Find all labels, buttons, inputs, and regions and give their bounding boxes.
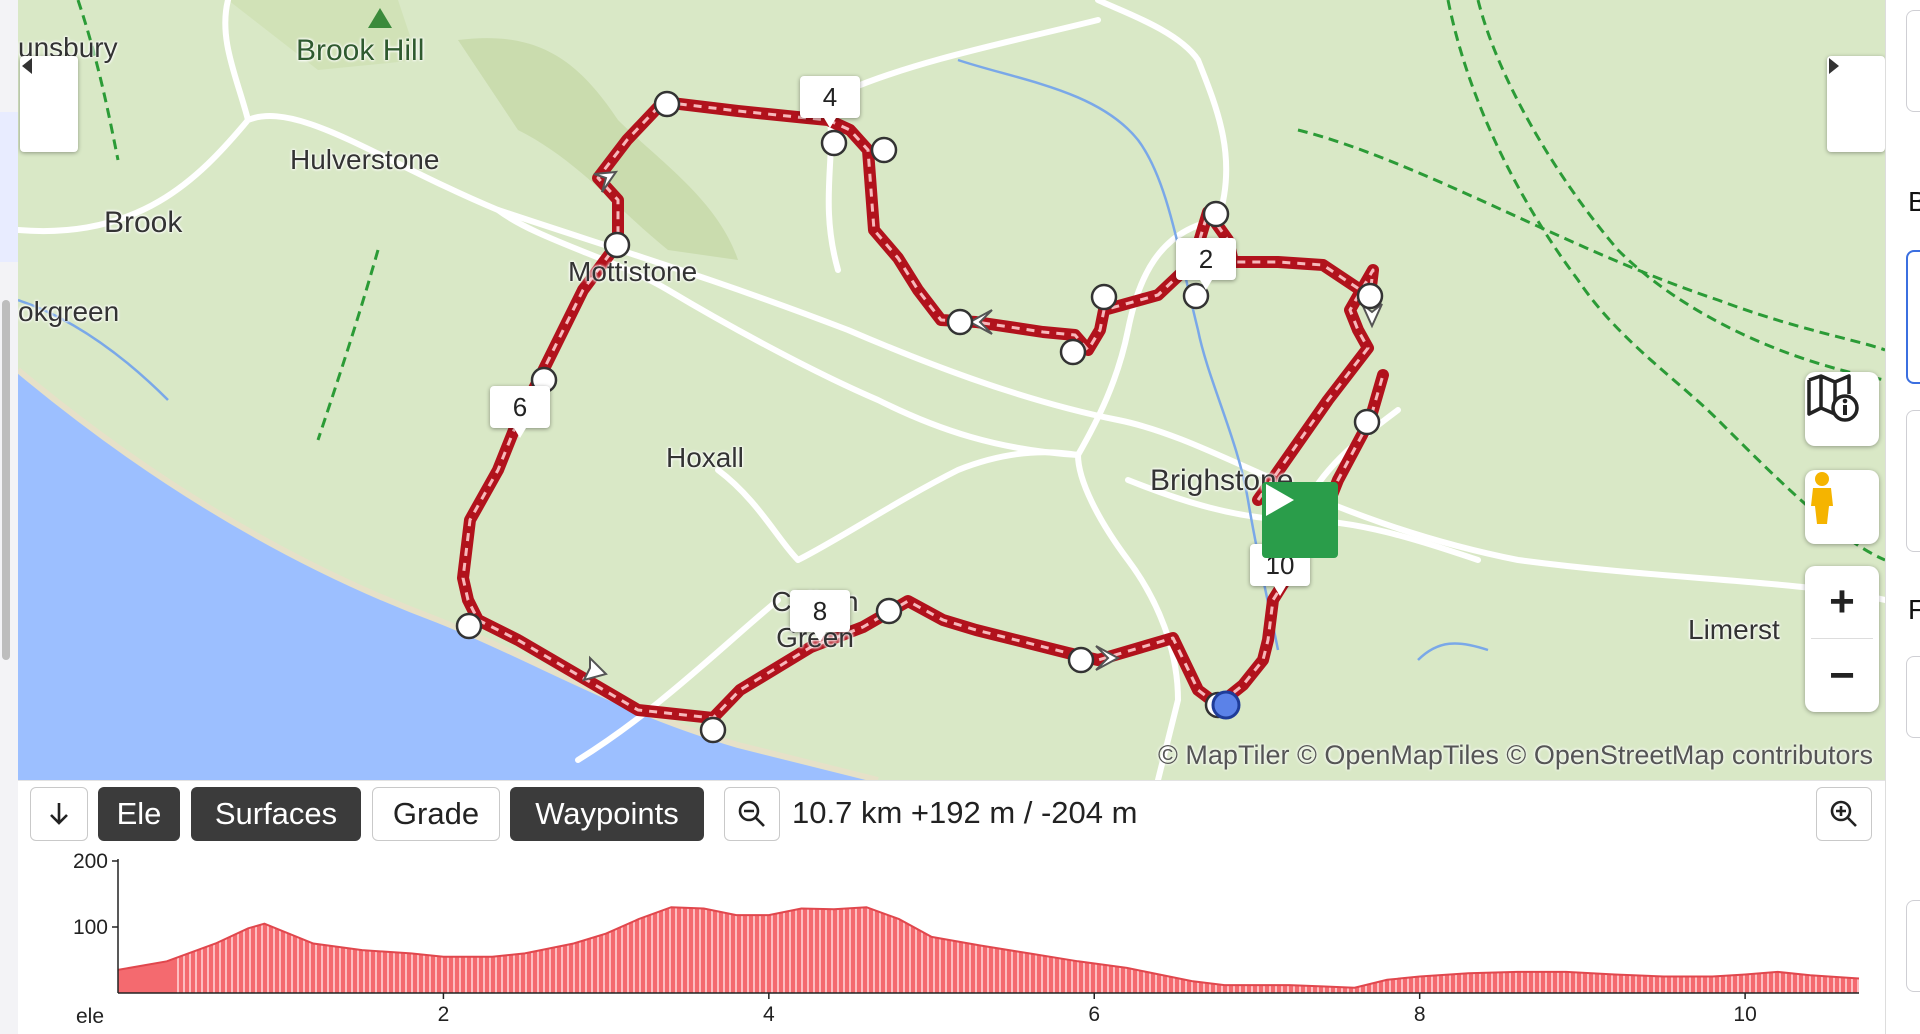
arrow-down-icon (50, 803, 68, 825)
zoom-divider (1811, 638, 1873, 639)
elevation-chart[interactable]: 100 200 2 4 6 8 10 ele (18, 847, 1885, 1034)
waypoint (1059, 338, 1087, 366)
triangle-left-icon (22, 58, 32, 74)
right-sidebar-edge: B F (1885, 0, 1920, 1034)
route-stats: 10.7 km +192 m / -204 m (792, 795, 1138, 830)
x-tick-label: 8 (1414, 1003, 1426, 1026)
surfaces-toggle[interactable]: Surfaces (191, 787, 361, 841)
waypoint (1067, 646, 1095, 674)
waypoint (455, 612, 483, 640)
play-icon (1266, 484, 1294, 516)
panel-box[interactable] (1906, 656, 1920, 738)
waypoint (1356, 282, 1384, 310)
y-tick-label: 100 (73, 916, 108, 939)
current-position-cursor (1211, 690, 1241, 720)
map-svg (18, 0, 1885, 780)
map-canvas[interactable]: Brook Hill unsbury Hulverstone Brook okg… (18, 0, 1885, 780)
map-info-icon (1807, 374, 1859, 422)
waypoint (603, 231, 631, 259)
grade-toggle[interactable]: Grade (372, 787, 500, 841)
panel-input[interactable] (1906, 250, 1920, 384)
panel-label-b: B (1908, 186, 1920, 217)
place-brookgreen: okgreen (18, 296, 120, 327)
panel-label-f: F (1908, 594, 1920, 625)
zoom-controls: + − (1805, 566, 1879, 712)
collapse-button[interactable] (30, 787, 88, 841)
sea-area (18, 370, 878, 780)
magnifier-plus-icon (1830, 800, 1857, 827)
route-line[interactable] (457, 96, 1389, 724)
place-mottistone: Mottistone (568, 256, 698, 287)
y-tick-label: 200 (73, 850, 108, 873)
prev-button[interactable] (20, 56, 78, 152)
route-start-marker[interactable] (1262, 482, 1338, 558)
zoom-in-chart-button[interactable] (1816, 787, 1872, 841)
zoom-in-button[interactable]: + (1805, 566, 1879, 638)
panel-box[interactable] (1906, 900, 1920, 992)
waypoint (870, 136, 898, 164)
footpaths (76, 0, 1885, 562)
km-marker-6: 6 (490, 386, 550, 438)
panel-box[interactable] (1906, 10, 1920, 112)
triangle-right-icon (1829, 58, 1839, 74)
y-axis-label: ele (76, 1005, 104, 1028)
waypoints-toggle[interactable]: Waypoints (510, 787, 704, 841)
waypoint (653, 90, 681, 118)
waypoint (946, 308, 974, 336)
km-marker-4: 4 (800, 76, 860, 128)
place-hoxall: Hoxall (666, 442, 744, 473)
magnifier-minus-icon (738, 800, 765, 827)
x-tick-label: 6 (1088, 1003, 1100, 1026)
map-info-button[interactable] (1805, 372, 1879, 446)
panel-box[interactable] (1906, 410, 1920, 552)
map-attribution[interactable]: © MapTiler © OpenMapTiles © OpenStreetMa… (1158, 740, 1873, 771)
place-hulverstone: Hulverstone (290, 144, 440, 175)
x-tick-label: 10 (1733, 1003, 1756, 1026)
left-sidebar-edge (0, 0, 19, 1034)
elevation-panel: Ele Surfaces Grade Waypoints 10.7 km +19… (18, 780, 1885, 1034)
place-brook: Brook (104, 206, 183, 239)
zoom-out-chart-button[interactable] (724, 787, 780, 841)
km-marker-8: 8 (790, 590, 850, 642)
waypoint (1353, 408, 1381, 436)
x-tick-label: 4 (763, 1003, 775, 1026)
pegman-icon (1811, 472, 1833, 524)
street-view-button[interactable] (1805, 470, 1879, 544)
direction-arrow (582, 655, 608, 682)
zoom-out-button[interactable]: − (1805, 640, 1879, 712)
waypoint (820, 129, 848, 157)
next-button[interactable] (1827, 56, 1885, 152)
km-marker-2: 2 (1176, 238, 1236, 290)
waypoint (875, 597, 903, 625)
place-limerstone: Limerst (1688, 614, 1780, 645)
app-window: Brook Hill unsbury Hulverstone Brook okg… (0, 0, 1920, 1034)
waypoint (1090, 283, 1118, 311)
place-brook-hill: Brook Hill (296, 34, 425, 67)
sidebar-selection-highlight (0, 112, 18, 262)
ele-toggle[interactable]: Ele (98, 787, 180, 841)
waypoint (699, 716, 727, 744)
x-tick-label: 2 (438, 1003, 450, 1026)
waypoint (1202, 200, 1230, 228)
sidebar-scrollbar[interactable] (2, 300, 10, 660)
